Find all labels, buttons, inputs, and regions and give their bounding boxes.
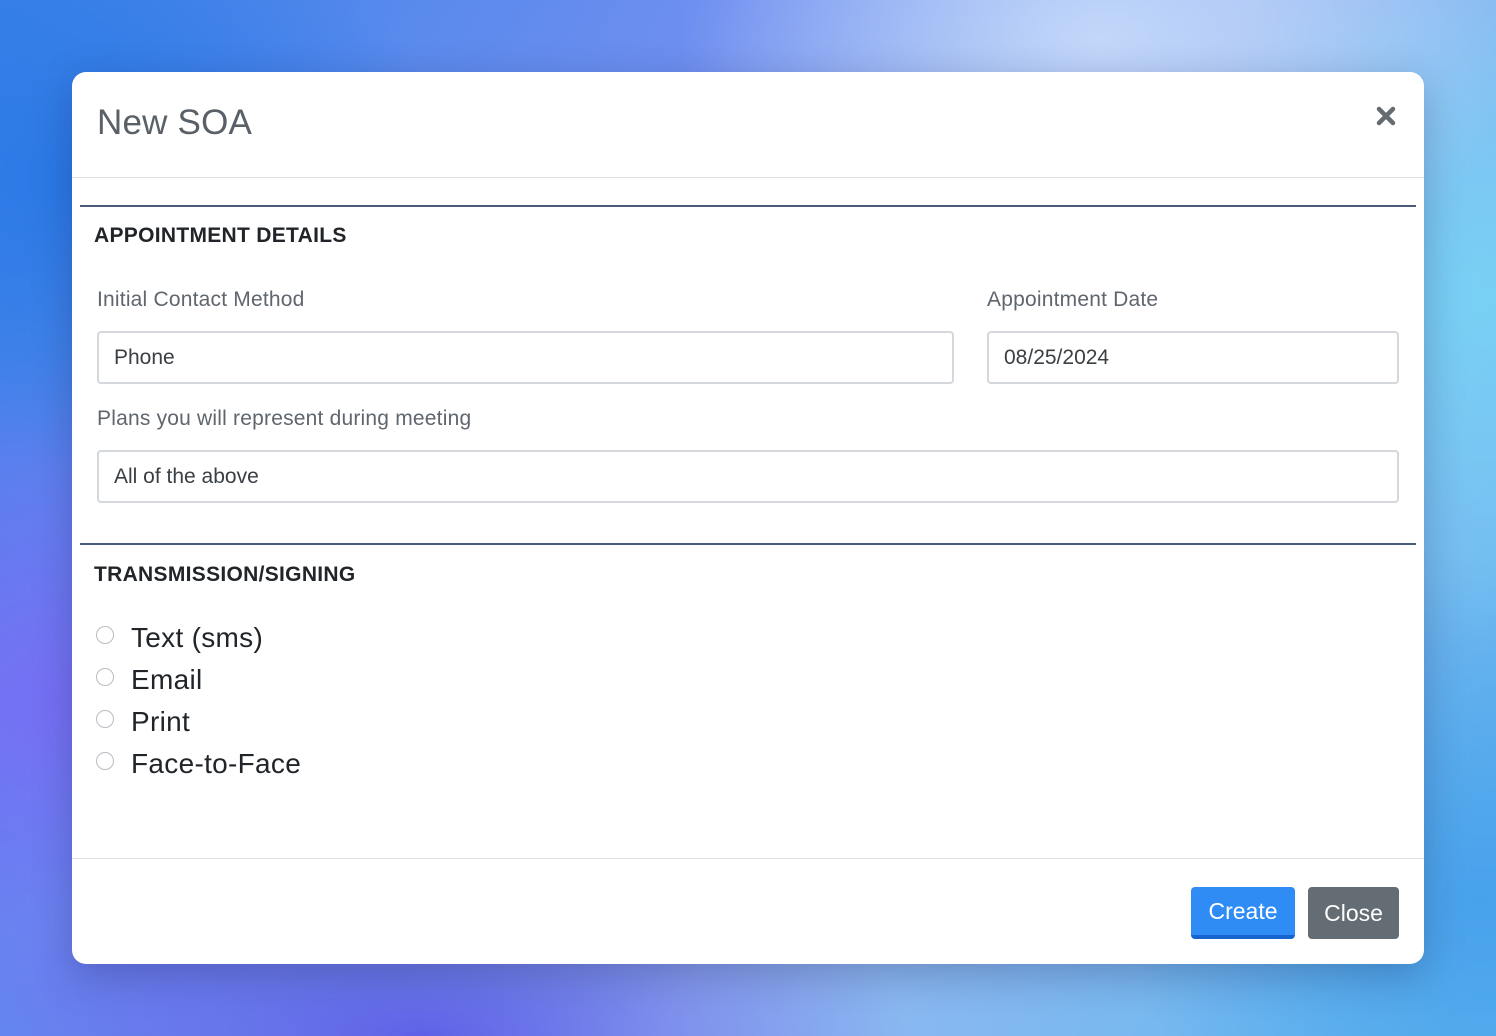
- appointment-date-field[interactable]: [987, 331, 1399, 384]
- initial-contact-method-label: Initial Contact Method: [97, 288, 305, 311]
- radio-label: Text (sms): [131, 622, 264, 653]
- radio-option-text-sms[interactable]: Text (sms): [96, 620, 263, 656]
- create-button[interactable]: Create: [1191, 887, 1295, 939]
- radio-button[interactable]: [96, 710, 114, 728]
- initial-contact-method-field[interactable]: [97, 331, 954, 384]
- new-soa-modal: New SOA APPOINTMENT DETAILS Initial Cont…: [72, 72, 1424, 964]
- radio-option-face-to-face[interactable]: Face-to-Face: [96, 746, 301, 782]
- radio-option-print[interactable]: Print: [96, 704, 190, 740]
- appointment-details-heading: APPOINTMENT DETAILS: [94, 224, 347, 247]
- transmission-section-rule: [80, 543, 1416, 545]
- modal-title: New SOA: [97, 103, 253, 142]
- plans-label: Plans you will represent during meeting: [97, 407, 472, 430]
- radio-button[interactable]: [96, 626, 114, 644]
- radio-label: Email: [131, 664, 203, 695]
- radio-button[interactable]: [96, 752, 114, 770]
- appointment-date-label: Appointment Date: [987, 288, 1159, 311]
- plans-field[interactable]: [97, 450, 1399, 503]
- radio-button[interactable]: [96, 668, 114, 686]
- radio-label: Face-to-Face: [131, 748, 302, 779]
- close-x-icon[interactable]: [1374, 104, 1398, 128]
- transmission-signing-heading: TRANSMISSION/SIGNING: [94, 563, 356, 586]
- radio-label: Print: [131, 706, 191, 737]
- radio-option-email[interactable]: Email: [96, 662, 203, 698]
- modal-header: New SOA: [72, 72, 1424, 178]
- close-button[interactable]: Close: [1308, 887, 1399, 939]
- modal-footer: Create Close: [72, 858, 1424, 964]
- appointment-section-rule: [80, 205, 1416, 207]
